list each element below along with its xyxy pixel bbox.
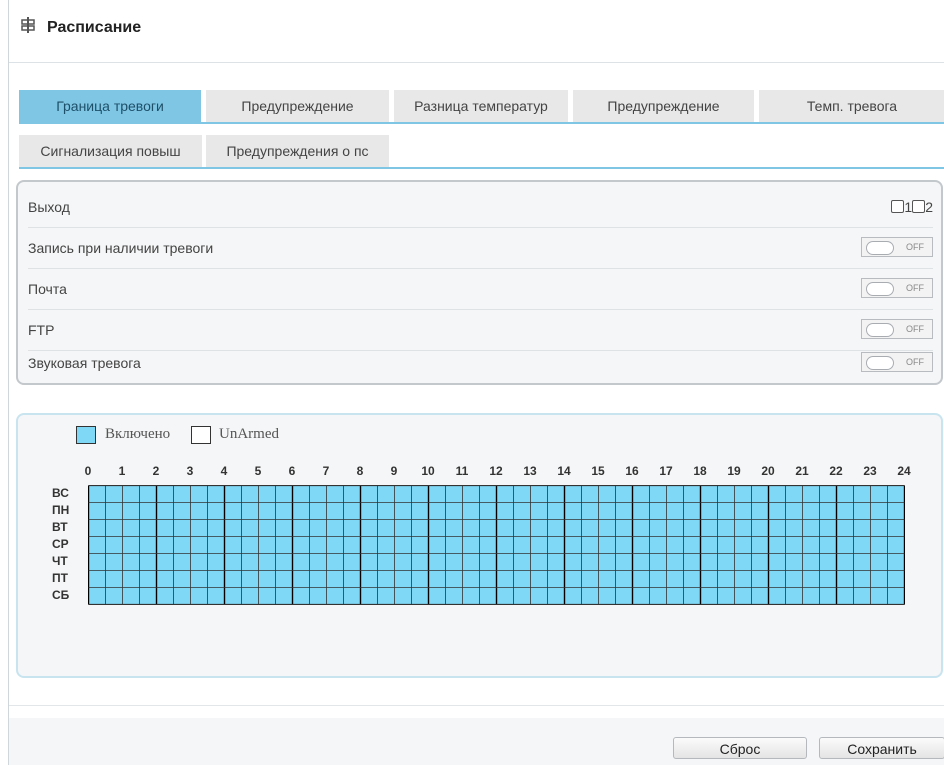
day-label: СР: [52, 537, 69, 551]
hour-label: 14: [557, 464, 571, 478]
toggle-state: OFF: [906, 357, 924, 367]
hour-label: 15: [591, 464, 605, 478]
audio-alarm-label: Звуковая тревога: [28, 355, 141, 371]
audio-alarm-toggle[interactable]: OFF: [861, 352, 933, 372]
schedule-panel: Включено UnArmed 0 1 2 3 4 5 6 7 8 9 10 11 12 13 14 15 1…: [16, 413, 943, 678]
hour-label: 6: [288, 464, 296, 478]
hour-label: 9: [390, 464, 398, 478]
page-title: Расписание: [47, 19, 142, 36]
mail-toggle[interactable]: OFF: [861, 278, 933, 298]
hour-label: 2: [152, 464, 160, 478]
schedule-grid[interactable]: [88, 485, 905, 605]
mail-row: Почта OFF: [28, 269, 933, 310]
tab-temp-alarm[interactable]: Темп. тревога: [759, 90, 944, 122]
divider: [9, 705, 944, 706]
toggle-knob: [866, 356, 894, 370]
hour-label: 10: [421, 464, 435, 478]
toggle-state: OFF: [906, 242, 924, 252]
tab-row-secondary: Сигнализация повыш Предупреждения о пс: [19, 135, 944, 169]
hour-label: 5: [254, 464, 262, 478]
tab-high-alarm[interactable]: Сигнализация повыш: [19, 135, 202, 167]
save-button[interactable]: Сохранить: [819, 737, 944, 759]
toggle-knob: [866, 241, 894, 255]
alarm-actions-panel: Выход 12 Запись при наличии тревоги OFF …: [16, 180, 943, 385]
tab-warning-2[interactable]: Предупреждение: [573, 90, 754, 122]
day-label: ПТ: [52, 571, 68, 585]
output-1-checkbox[interactable]: [891, 200, 905, 214]
day-label: СБ: [52, 588, 70, 602]
hour-label: 19: [727, 464, 741, 478]
output-label: Выход: [28, 199, 70, 215]
toggle-knob: [866, 282, 894, 296]
tab-row-primary: Граница тревоги Предупреждение Разница т…: [19, 90, 944, 124]
alarm-record-label: Запись при наличии тревоги: [28, 240, 214, 256]
day-label: ЧТ: [52, 554, 68, 568]
hour-label: 17: [659, 464, 673, 478]
hour-label: 24: [897, 464, 911, 478]
day-label: ПН: [52, 503, 70, 517]
tab-notifications[interactable]: Предупреждения о пс: [206, 135, 389, 167]
tab-warning[interactable]: Предупреждение: [206, 90, 389, 122]
audio-alarm-row: Звуковая тревога OFF: [28, 343, 933, 383]
hour-label: 7: [322, 464, 330, 478]
unarmed-legend-label: UnArmed: [219, 426, 279, 442]
schedule-frame: Расписание Граница тревоги Предупреждени…: [8, 0, 944, 765]
hour-label: 22: [829, 464, 843, 478]
hour-label: 23: [863, 464, 877, 478]
output-row: Выход 12: [28, 187, 933, 228]
alarm-record-row: Запись при наличии тревоги OFF: [28, 228, 933, 269]
hour-label: 11: [455, 464, 469, 478]
tab-alarm-boundary[interactable]: Граница тревоги: [19, 90, 201, 122]
toggle-state: OFF: [906, 283, 924, 293]
output-2-label: 2: [925, 199, 933, 215]
output-checkboxes: 12: [891, 187, 933, 227]
hour-label: 21: [795, 464, 809, 478]
armed-legend-label: Включено: [105, 426, 171, 442]
hour-label: 16: [625, 464, 639, 478]
ftp-toggle[interactable]: OFF: [861, 319, 933, 339]
tab-temperature-difference[interactable]: Разница температур: [394, 90, 568, 122]
title-bar: Расписание: [9, 0, 944, 63]
footer-bar: Сброс Сохранить: [9, 718, 944, 765]
hour-label: 3: [186, 464, 194, 478]
ftp-label: FTP: [28, 322, 55, 338]
output-2-checkbox[interactable]: [912, 200, 926, 214]
armed-legend-swatch[interactable]: [76, 426, 96, 444]
reset-button[interactable]: Сброс: [673, 737, 807, 759]
hour-label: 0: [84, 464, 92, 478]
schedule-icon: [21, 17, 35, 33]
hour-label: 20: [761, 464, 775, 478]
toggle-knob: [866, 323, 894, 337]
hour-label: 13: [523, 464, 537, 478]
hour-label: 18: [693, 464, 707, 478]
alarm-record-toggle[interactable]: OFF: [861, 237, 933, 257]
day-label: ВТ: [52, 520, 68, 534]
hour-label: 1: [118, 464, 126, 478]
output-1-label: 1: [904, 199, 913, 215]
toggle-state: OFF: [906, 324, 924, 334]
unarmed-legend-swatch[interactable]: [191, 426, 211, 444]
hour-label: 8: [356, 464, 364, 478]
hour-label: 4: [220, 464, 228, 478]
day-label: ВС: [52, 486, 69, 500]
hour-label: 12: [489, 464, 503, 478]
mail-label: Почта: [28, 281, 67, 297]
